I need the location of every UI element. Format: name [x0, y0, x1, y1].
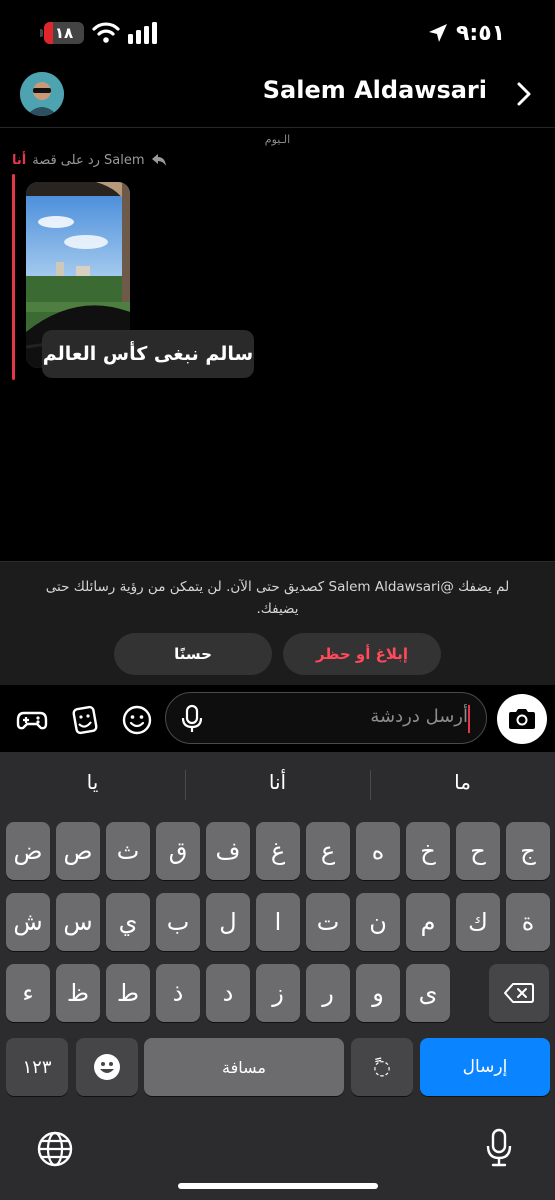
- numbers-key[interactable]: ١٢٣: [6, 1038, 68, 1096]
- chat-input-bar: أرسل دردشة: [0, 686, 555, 752]
- diacritic-key[interactable]: ًً◌: [351, 1038, 413, 1096]
- backspace-key[interactable]: [489, 964, 549, 1022]
- key[interactable]: ت: [306, 893, 350, 951]
- battery-tip: [40, 29, 43, 37]
- battery-level: ١٨: [54, 24, 74, 42]
- chevron-right-icon[interactable]: [513, 80, 535, 108]
- day-label: الـيوم: [264, 133, 291, 146]
- sender-label: أنا: [12, 152, 27, 168]
- report-block-button[interactable]: إبلاغ أو حظر: [283, 633, 441, 675]
- key[interactable]: ف: [206, 822, 250, 880]
- key[interactable]: ل: [206, 893, 250, 951]
- key[interactable]: ك: [456, 893, 500, 951]
- suggestion-1[interactable]: يا: [0, 770, 185, 794]
- key[interactable]: م: [406, 893, 450, 951]
- key[interactable]: ظ: [56, 964, 100, 1022]
- emoji-key[interactable]: [76, 1038, 138, 1096]
- wifi-icon: [92, 22, 120, 43]
- key[interactable]: ح: [456, 822, 500, 880]
- key[interactable]: ي: [106, 893, 150, 951]
- key[interactable]: ا: [256, 893, 300, 951]
- home-indicator: [178, 1183, 378, 1189]
- key[interactable]: ج: [506, 822, 550, 880]
- signal-icon: [128, 22, 157, 44]
- notice-text: لم يضفك @Salem Aldawsari كصديق حتى الآن.…: [45, 579, 510, 617]
- key[interactable]: ر: [306, 964, 350, 1022]
- key[interactable]: ه: [356, 822, 400, 880]
- dictation-mic-icon[interactable]: [484, 1128, 514, 1168]
- key[interactable]: ص: [56, 822, 100, 880]
- key[interactable]: ذ: [156, 964, 200, 1022]
- suggestion-2[interactable]: أنا: [185, 770, 370, 794]
- key[interactable]: غ: [256, 822, 300, 880]
- text-caret: [468, 705, 470, 733]
- key[interactable]: ق: [156, 822, 200, 880]
- key[interactable]: ط: [106, 964, 150, 1022]
- game-controller-icon[interactable]: [16, 704, 48, 736]
- chat-header: Salem Aldawsari: [0, 64, 555, 128]
- key[interactable]: س: [56, 893, 100, 951]
- status-bar: ١٨ ٩:٥١: [0, 0, 555, 64]
- space-key[interactable]: مسافة: [144, 1038, 344, 1096]
- not-friend-notice: لم يضفك @Salem Aldawsari كصديق حتى الآن.…: [0, 561, 555, 685]
- send-key[interactable]: إرسال: [420, 1038, 550, 1096]
- key[interactable]: ش: [6, 893, 50, 951]
- key[interactable]: خ: [406, 822, 450, 880]
- reply-indicator-line: [12, 174, 15, 380]
- location-arrow-icon: [429, 24, 447, 42]
- key[interactable]: ن: [356, 893, 400, 951]
- key[interactable]: ع: [306, 822, 350, 880]
- globe-icon[interactable]: [36, 1130, 74, 1168]
- key[interactable]: ة: [506, 893, 550, 951]
- key[interactable]: ز: [256, 964, 300, 1022]
- emoji-key-icon: [94, 1054, 120, 1080]
- keyboard: يا أنا ما ض ص ث ق ف غ ع ه خ ح ج ش س ي ب …: [0, 752, 555, 1200]
- sticker-icon[interactable]: [69, 704, 101, 736]
- avatar-image: [20, 72, 64, 116]
- camera-icon: [509, 709, 535, 729]
- suggestion-3[interactable]: ما: [370, 770, 555, 794]
- suggestion-bar: يا أنا ما: [0, 752, 555, 816]
- ok-button[interactable]: حسنًا: [114, 633, 272, 675]
- emoji-icon[interactable]: [121, 704, 153, 736]
- key[interactable]: ض: [6, 822, 50, 880]
- key[interactable]: ء: [6, 964, 50, 1022]
- key[interactable]: د: [206, 964, 250, 1022]
- key[interactable]: و: [356, 964, 400, 1022]
- key[interactable]: ث: [106, 822, 150, 880]
- battery-icon: ١٨: [44, 22, 84, 44]
- reply-arrow-icon: [151, 154, 166, 166]
- reply-context: رد على قصة Salem: [32, 152, 145, 168]
- story-caption: سالم نبغى كأس العالم: [42, 330, 254, 378]
- avatar[interactable]: [20, 72, 64, 116]
- status-clock: ٩:٥١: [428, 18, 528, 48]
- chat-input-placeholder: أرسل دردشة: [370, 706, 468, 727]
- key[interactable]: ب: [156, 893, 200, 951]
- status-time: ٩:٥١: [456, 20, 506, 46]
- backspace-icon: [504, 983, 534, 1003]
- microphone-icon[interactable]: [180, 704, 204, 734]
- chat-input-field[interactable]: أرسل دردشة: [165, 692, 487, 744]
- contact-name[interactable]: Salem Aldawsari: [263, 76, 487, 104]
- reply-header: أنا رد على قصة Salem: [12, 150, 167, 170]
- key[interactable]: ى: [406, 964, 450, 1022]
- camera-button[interactable]: [497, 694, 547, 744]
